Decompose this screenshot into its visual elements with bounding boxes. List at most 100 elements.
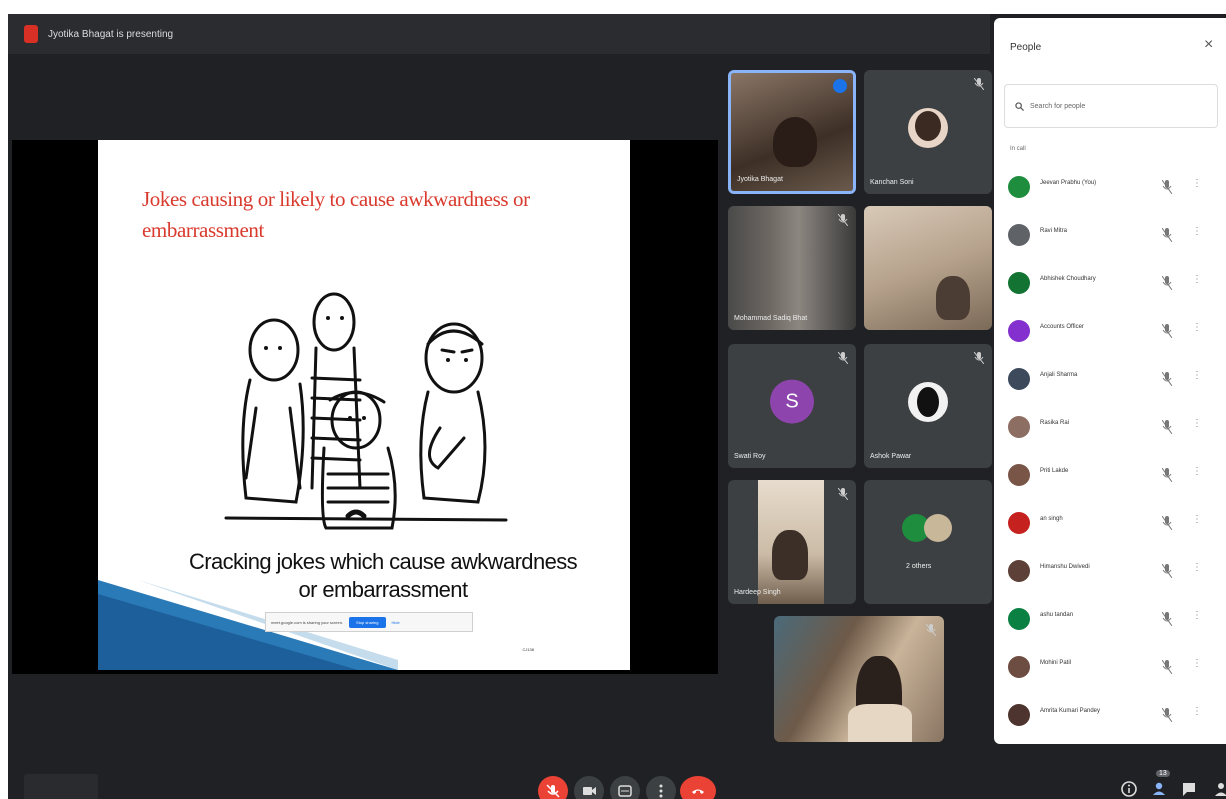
camera-toggle-button[interactable] [574,776,604,799]
mic-off-icon [546,784,560,798]
more-vert-icon[interactable]: ⋮ [1192,658,1202,669]
mic-muted-icon [1162,564,1172,578]
more-vert-icon[interactable]: ⋮ [1192,562,1202,573]
person-name: ashu tandan [1040,612,1074,618]
people-icon [1153,782,1165,795]
presentation-icon [24,25,38,43]
participant-tile[interactable]: Kanchan Soni [864,70,992,194]
camera-icon [583,787,596,795]
people-panel: People × Search for people In call Jeeva… [994,18,1226,744]
people-list-item[interactable]: Abhishek Choudhary ⋮ [994,262,1226,310]
cartoon-illustration [224,292,508,530]
people-list-item[interactable]: ashu tandan ⋮ [994,598,1226,646]
mic-muted-icon [1162,420,1172,434]
people-list-item[interactable]: Mohini Patil ⋮ [994,646,1226,694]
participant-name: Hardeep Singh [734,589,781,596]
chat-icon[interactable] [1180,780,1198,798]
slide-number: CJ138 [522,647,534,652]
participant-tile[interactable] [864,206,992,330]
participant-tile[interactable]: S Swati Roy [728,344,856,468]
presenter-title: Jyotika Bhagat is presenting [48,28,174,40]
person-name: Himanshu Dwivedi [1040,564,1090,570]
people-list-item[interactable]: Accounts Officer ⋮ [994,310,1226,358]
hide-share-bar-button[interactable]: Hide [392,620,400,625]
people-list-item[interactable]: Rasika Rai ⋮ [994,406,1226,454]
mic-toggle-button[interactable] [538,776,568,799]
group-avatar [924,514,952,542]
people-list-item[interactable]: Himanshu Dwivedi ⋮ [994,550,1226,598]
more-vert-icon[interactable]: ⋮ [1192,466,1202,477]
close-panel-button[interactable]: × [1204,36,1213,54]
person-avatar [1008,272,1030,294]
people-list-item[interactable]: Ravi Mitra ⋮ [994,214,1226,262]
participant-tile[interactable]: Hardeep Singh [728,480,856,604]
person-avatar [1008,224,1030,246]
avatar-initial: S [785,390,799,413]
mic-muted-icon [1162,372,1172,386]
more-vert-icon[interactable]: ⋮ [1192,706,1202,717]
mic-muted-icon [1162,276,1172,290]
people-list-item[interactable]: Priti Lakde ⋮ [994,454,1226,502]
people-list-item[interactable]: Jeevan Prabhu (You) ⋮ [994,166,1226,214]
more-vert-icon[interactable]: ⋮ [1192,322,1202,333]
participant-tile[interactable]: Jyotika Bhagat [728,70,856,194]
person-avatar [1008,464,1030,486]
stop-sharing-button[interactable]: Stop sharing [349,616,386,628]
people-search-input[interactable]: Search for people [1004,84,1218,128]
person-name: Priti Lakde [1040,468,1069,474]
participant-tile[interactable] [774,616,944,742]
mic-muted-icon [1162,324,1172,338]
person-name: Anjali Sharma [1040,372,1078,378]
participant-tile[interactable]: Mohammad Sadiq Bhat [728,206,856,330]
person-silhouette [772,530,808,580]
more-vert-icon[interactable]: ⋮ [1192,274,1202,285]
mic-muted-icon [1162,516,1172,530]
more-vert-icon[interactable]: ⋮ [1192,418,1202,429]
person-avatar [1008,368,1030,390]
mic-muted-icon [1162,228,1172,242]
person-name: an singh [1040,516,1063,522]
participant-avatar: S [770,379,814,424]
people-count-badge: 13 [1156,770,1170,777]
more-vert-icon[interactable]: ⋮ [1192,226,1202,237]
mic-muted-icon [838,488,848,500]
activities-icon[interactable] [1212,780,1226,798]
mic-muted-icon [838,214,848,226]
more-options-button[interactable] [646,776,676,799]
more-vert-icon[interactable]: ⋮ [1192,610,1202,621]
captions-button[interactable] [610,776,640,799]
participant-tile[interactable]: 2 others [864,480,992,604]
person-avatar [1008,512,1030,534]
participant-tile[interactable]: Ashok Pawar [864,344,992,468]
people-button[interactable]: 13 [1148,770,1170,798]
people-list-item[interactable]: Anjali Sharma ⋮ [994,358,1226,406]
info-icon[interactable] [1120,780,1138,798]
person-avatar [1008,704,1030,726]
more-vert-icon [659,784,663,798]
mic-muted-icon [1162,468,1172,482]
share-status-text: meet.google.com is sharing your screen. [271,619,344,625]
screen-share-bar: meet.google.com is sharing your screen. … [265,612,473,632]
participant-avatar [908,108,948,148]
mic-muted-icon [974,78,984,90]
person-avatar [1008,656,1030,678]
meeting-screen: Jyotika Bhagat is presenting Jokes causi… [0,0,1226,799]
mic-muted-icon [1162,612,1172,626]
people-list-item[interactable]: an singh ⋮ [994,502,1226,550]
avatar-photo [915,111,941,141]
pin-icon[interactable] [833,79,847,93]
search-icon [1015,101,1024,111]
person-avatar [1008,416,1030,438]
more-vert-icon[interactable]: ⋮ [1192,178,1202,189]
meeting-details-button[interactable] [24,774,98,799]
more-vert-icon[interactable]: ⋮ [1192,514,1202,525]
person-silhouette [936,276,970,320]
participant-name: Mohammad Sadiq Bhat [734,315,808,322]
presented-slide: Jokes causing or likely to cause awkward… [98,140,630,670]
leave-call-button[interactable] [680,776,716,799]
people-list-item[interactable]: Amrita Kumari Pandey ⋮ [994,694,1226,742]
person-avatar [1008,176,1030,198]
participant-name: Swati Roy [734,453,766,460]
more-vert-icon[interactable]: ⋮ [1192,370,1202,381]
person-avatar [1008,320,1030,342]
